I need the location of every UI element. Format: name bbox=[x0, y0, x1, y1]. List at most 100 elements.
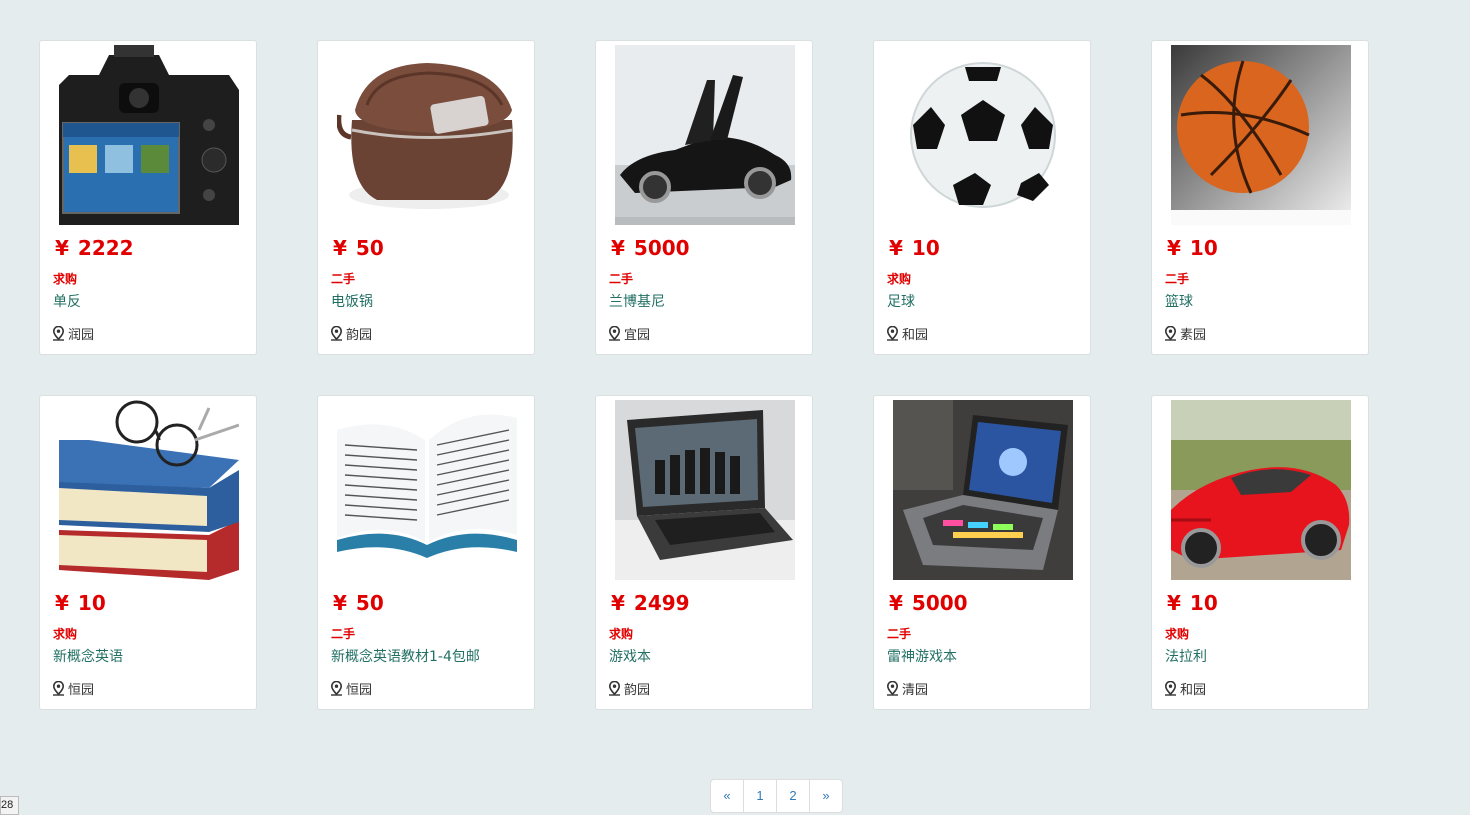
product-title-link[interactable]: 雷神游戏本 bbox=[887, 646, 957, 666]
location-label: 和园 bbox=[1180, 683, 1207, 698]
product-price: ¥2222 bbox=[55, 236, 134, 260]
product-image-books[interactable] bbox=[59, 400, 239, 580]
pagination-next-button[interactable]: » bbox=[809, 779, 843, 813]
currency-symbol: ¥ bbox=[611, 236, 625, 260]
location-label: 恒园 bbox=[346, 683, 373, 698]
map-marker-icon bbox=[609, 681, 620, 696]
map-marker-icon bbox=[331, 681, 342, 696]
pagination: « 1 2 » bbox=[710, 779, 843, 813]
product-title-link[interactable]: 新概念英语 bbox=[53, 646, 123, 666]
listing-type-tag: 二手 bbox=[331, 272, 356, 286]
location-label: 素园 bbox=[1180, 328, 1207, 343]
pagination-page-1[interactable]: 1 bbox=[743, 779, 777, 813]
product-price: ¥10 bbox=[1167, 591, 1218, 615]
product-card[interactable]: ¥10 二手 篮球 素园 bbox=[1151, 40, 1369, 355]
product-title-link[interactable]: 足球 bbox=[887, 291, 915, 311]
product-price: ¥5000 bbox=[611, 236, 690, 260]
product-image-thunderobot-laptop[interactable] bbox=[893, 400, 1073, 580]
product-row-2: ¥10 求购 新概念英语 恒园 ¥ 50 二手 新概念英语教材1-4包邮 恒园 … bbox=[39, 395, 1384, 710]
currency-symbol: ¥ bbox=[611, 591, 625, 615]
price-value: 10 bbox=[911, 236, 940, 260]
corner-badge: 28 bbox=[0, 796, 19, 815]
product-image-basketball[interactable] bbox=[1171, 45, 1351, 225]
product-price: ¥10 bbox=[889, 236, 940, 260]
product-card[interactable]: ¥50 二手 电饭锅 韵园 bbox=[317, 40, 535, 355]
location-label: 清园 bbox=[902, 683, 929, 698]
price-value: 10 bbox=[1189, 591, 1218, 615]
currency-symbol: ¥ bbox=[333, 591, 347, 615]
location-label: 韵园 bbox=[346, 328, 373, 343]
product-image-camera[interactable] bbox=[59, 45, 239, 225]
currency-symbol: ¥ bbox=[889, 236, 903, 260]
price-value: 10 bbox=[77, 591, 106, 615]
currency-symbol: ¥ bbox=[1167, 591, 1181, 615]
product-title-link[interactable]: 兰博基尼 bbox=[609, 291, 665, 311]
listing-type-tag: 求购 bbox=[53, 627, 78, 641]
product-grid: ¥2222 求购 单反 润园 ¥ 50 二手 电饭锅 韵园 ¥ 5000 二手 … bbox=[39, 40, 1384, 750]
map-marker-icon bbox=[609, 326, 620, 341]
product-price: ¥2499 bbox=[611, 591, 690, 615]
product-card[interactable]: ¥10 求购 法拉利 和园 bbox=[1151, 395, 1369, 710]
product-price: ¥50 bbox=[333, 236, 384, 260]
product-image-soccer-ball[interactable] bbox=[893, 45, 1073, 225]
pagination-prev-button[interactable]: « bbox=[710, 779, 744, 813]
product-image-ferrari[interactable] bbox=[1171, 400, 1351, 580]
product-title-link[interactable]: 法拉利 bbox=[1165, 646, 1207, 666]
product-price: ¥10 bbox=[55, 591, 106, 615]
location-label: 恒园 bbox=[68, 683, 95, 698]
map-marker-icon bbox=[1165, 681, 1176, 696]
product-card[interactable]: ¥2222 求购 单反 润园 bbox=[39, 40, 257, 355]
product-image-rice-cooker[interactable] bbox=[337, 45, 517, 225]
price-value: 5000 bbox=[633, 236, 690, 260]
product-location: 清园 bbox=[887, 679, 928, 698]
price-value: 5000 bbox=[911, 591, 968, 615]
listing-type-tag: 求购 bbox=[887, 272, 912, 286]
product-title-link[interactable]: 电饭锅 bbox=[331, 291, 373, 311]
currency-symbol: ¥ bbox=[55, 236, 69, 260]
listing-type-tag: 二手 bbox=[1165, 272, 1190, 286]
location-label: 韵园 bbox=[624, 683, 651, 698]
map-marker-icon bbox=[1165, 326, 1176, 341]
currency-symbol: ¥ bbox=[1167, 236, 1181, 260]
product-location: 宜园 bbox=[609, 324, 650, 343]
location-label: 宜园 bbox=[624, 328, 651, 343]
product-card[interactable]: ¥10 求购 新概念英语 恒园 bbox=[39, 395, 257, 710]
product-title-link[interactable]: 新概念英语教材1-4包邮 bbox=[331, 646, 480, 666]
location-label: 和园 bbox=[902, 328, 929, 343]
product-card[interactable]: ¥5000 二手 雷神游戏本 清园 bbox=[873, 395, 1091, 710]
listing-type-tag: 求购 bbox=[609, 627, 634, 641]
listing-type-tag: 求购 bbox=[53, 272, 78, 286]
pagination-page-2[interactable]: 2 bbox=[776, 779, 810, 813]
listing-type-tag: 二手 bbox=[887, 627, 912, 641]
currency-symbol: ¥ bbox=[333, 236, 347, 260]
map-marker-icon bbox=[53, 681, 64, 696]
location-label: 润园 bbox=[68, 328, 95, 343]
map-marker-icon bbox=[331, 326, 342, 341]
product-image-open-book[interactable] bbox=[337, 400, 517, 580]
listing-type-tag: 二手 bbox=[331, 627, 356, 641]
currency-symbol: ¥ bbox=[55, 591, 69, 615]
product-row-1: ¥2222 求购 单反 润园 ¥ 50 二手 电饭锅 韵园 ¥ 5000 二手 … bbox=[39, 40, 1384, 355]
listing-type-tag: 二手 bbox=[609, 272, 634, 286]
product-location: 韵园 bbox=[331, 324, 372, 343]
map-marker-icon bbox=[887, 326, 898, 341]
listing-type-tag: 求购 bbox=[1165, 627, 1190, 641]
product-price: ¥5000 bbox=[889, 591, 968, 615]
product-card[interactable]: ¥5000 二手 兰博基尼 宜园 bbox=[595, 40, 813, 355]
product-location: 润园 bbox=[53, 324, 94, 343]
product-image-lamborghini[interactable] bbox=[615, 45, 795, 225]
price-value: 50 bbox=[355, 591, 384, 615]
product-price: ¥50 bbox=[333, 591, 384, 615]
price-value: 2499 bbox=[633, 591, 690, 615]
product-location: 素园 bbox=[1165, 324, 1206, 343]
product-location: 和园 bbox=[887, 324, 928, 343]
product-card[interactable]: ¥50 二手 新概念英语教材1-4包邮 恒园 bbox=[317, 395, 535, 710]
product-title-link[interactable]: 单反 bbox=[53, 291, 81, 311]
map-marker-icon bbox=[887, 681, 898, 696]
price-value: 50 bbox=[355, 236, 384, 260]
product-card[interactable]: ¥2499 求购 游戏本 韵园 bbox=[595, 395, 813, 710]
product-image-gaming-laptop[interactable] bbox=[615, 400, 795, 580]
product-title-link[interactable]: 游戏本 bbox=[609, 646, 651, 666]
product-card[interactable]: ¥10 求购 足球 和园 bbox=[873, 40, 1091, 355]
product-title-link[interactable]: 篮球 bbox=[1165, 291, 1193, 311]
